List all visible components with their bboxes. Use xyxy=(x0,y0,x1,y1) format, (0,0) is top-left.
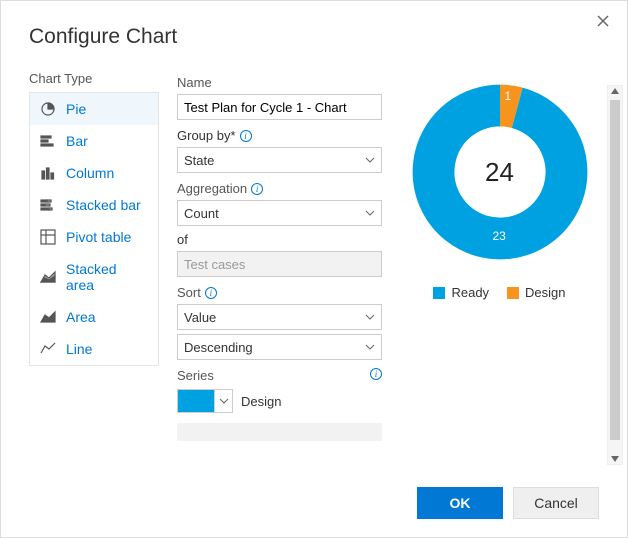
slice-label-design: 1 xyxy=(505,89,512,103)
series-name: Design xyxy=(241,394,281,409)
chart-type-panel: Chart Type Pie Bar Column Stacked bar xyxy=(29,71,159,451)
chart-type-label-text: Bar xyxy=(66,133,88,149)
chart-type-label-text: Column xyxy=(66,165,114,181)
chart-config-form: Name Group by* i State Aggregation i Cou… xyxy=(177,71,382,451)
cancel-button[interactable]: Cancel xyxy=(513,487,599,519)
close-icon xyxy=(597,15,609,27)
pivot-table-icon xyxy=(40,229,56,245)
group-by-label: Group by* i xyxy=(177,128,382,143)
chevron-down-icon xyxy=(365,312,375,322)
name-label: Name xyxy=(177,75,382,90)
chevron-down-icon xyxy=(219,396,229,406)
scrollbar-thumb[interactable] xyxy=(610,100,620,440)
chevron-down-icon xyxy=(365,342,375,352)
sort-direction-select[interactable]: Descending xyxy=(177,334,382,360)
chart-type-pivot-table[interactable]: Pivot table xyxy=(30,221,158,253)
legend-swatch xyxy=(433,287,445,299)
chart-type-label-text: Pivot table xyxy=(66,229,131,245)
info-icon[interactable]: i xyxy=(205,287,217,299)
pie-icon xyxy=(40,101,56,117)
group-by-select[interactable]: State xyxy=(177,147,382,173)
configure-chart-dialog: Configure Chart Chart Type Pie Bar Colum… xyxy=(0,0,628,538)
chart-type-column[interactable]: Column xyxy=(30,157,158,189)
series-placeholder xyxy=(177,423,382,441)
chart-type-label: Chart Type xyxy=(29,71,159,86)
chart-type-pie[interactable]: Pie xyxy=(30,93,158,125)
chart-type-label-text: Pie xyxy=(66,101,86,117)
legend-item-design: Design xyxy=(507,285,565,300)
bar-icon xyxy=(40,133,56,149)
of-select: Test cases xyxy=(177,251,382,277)
chart-type-label-text: Area xyxy=(66,309,96,325)
chart-legend: Ready Design xyxy=(433,285,565,300)
slice-label-ready: 23 xyxy=(493,229,506,243)
chart-type-area[interactable]: Area xyxy=(30,301,158,333)
chart-type-bar[interactable]: Bar xyxy=(30,125,158,157)
line-icon xyxy=(40,341,56,357)
sort-label: Sort i xyxy=(177,285,382,300)
series-color-swatch xyxy=(178,390,214,412)
scroll-up-arrow-icon xyxy=(610,86,620,96)
chevron-down-icon xyxy=(365,208,375,218)
scrollbar[interactable] xyxy=(607,85,623,465)
chart-preview: 24 1 23 Ready Design xyxy=(400,71,599,451)
info-icon[interactable]: i xyxy=(251,183,263,195)
aggregation-label: Aggregation i xyxy=(177,181,382,196)
info-icon[interactable]: i xyxy=(370,368,382,380)
legend-swatch xyxy=(507,287,519,299)
series-color-picker[interactable] xyxy=(177,389,233,413)
chart-type-stacked-area[interactable]: Stacked area xyxy=(30,253,158,301)
stacked-area-icon xyxy=(40,269,56,285)
donut-chart: 24 1 23 xyxy=(405,77,595,267)
close-button[interactable] xyxy=(593,11,613,31)
info-icon[interactable]: i xyxy=(240,130,252,142)
chart-type-label-text: Stacked bar xyxy=(66,197,141,213)
legend-item-ready: Ready xyxy=(433,285,489,300)
chevron-down-icon xyxy=(365,155,375,165)
scroll-down-arrow-icon xyxy=(610,454,620,464)
of-label: of xyxy=(177,232,382,247)
chart-type-line[interactable]: Line xyxy=(30,333,158,365)
aggregation-select[interactable]: Count xyxy=(177,200,382,226)
stacked-bar-icon xyxy=(40,197,56,213)
chart-type-label-text: Stacked area xyxy=(66,261,148,293)
name-input[interactable] xyxy=(177,94,382,120)
dialog-title: Configure Chart xyxy=(29,25,599,49)
area-icon xyxy=(40,309,56,325)
sort-field-select[interactable]: Value xyxy=(177,304,382,330)
series-label: Series xyxy=(177,368,214,383)
chart-type-list: Pie Bar Column Stacked bar Pivot table xyxy=(29,92,159,366)
chart-type-stacked-bar[interactable]: Stacked bar xyxy=(30,189,158,221)
ok-button[interactable]: OK xyxy=(417,487,503,519)
chart-type-label-text: Line xyxy=(66,341,92,357)
column-icon xyxy=(40,165,56,181)
